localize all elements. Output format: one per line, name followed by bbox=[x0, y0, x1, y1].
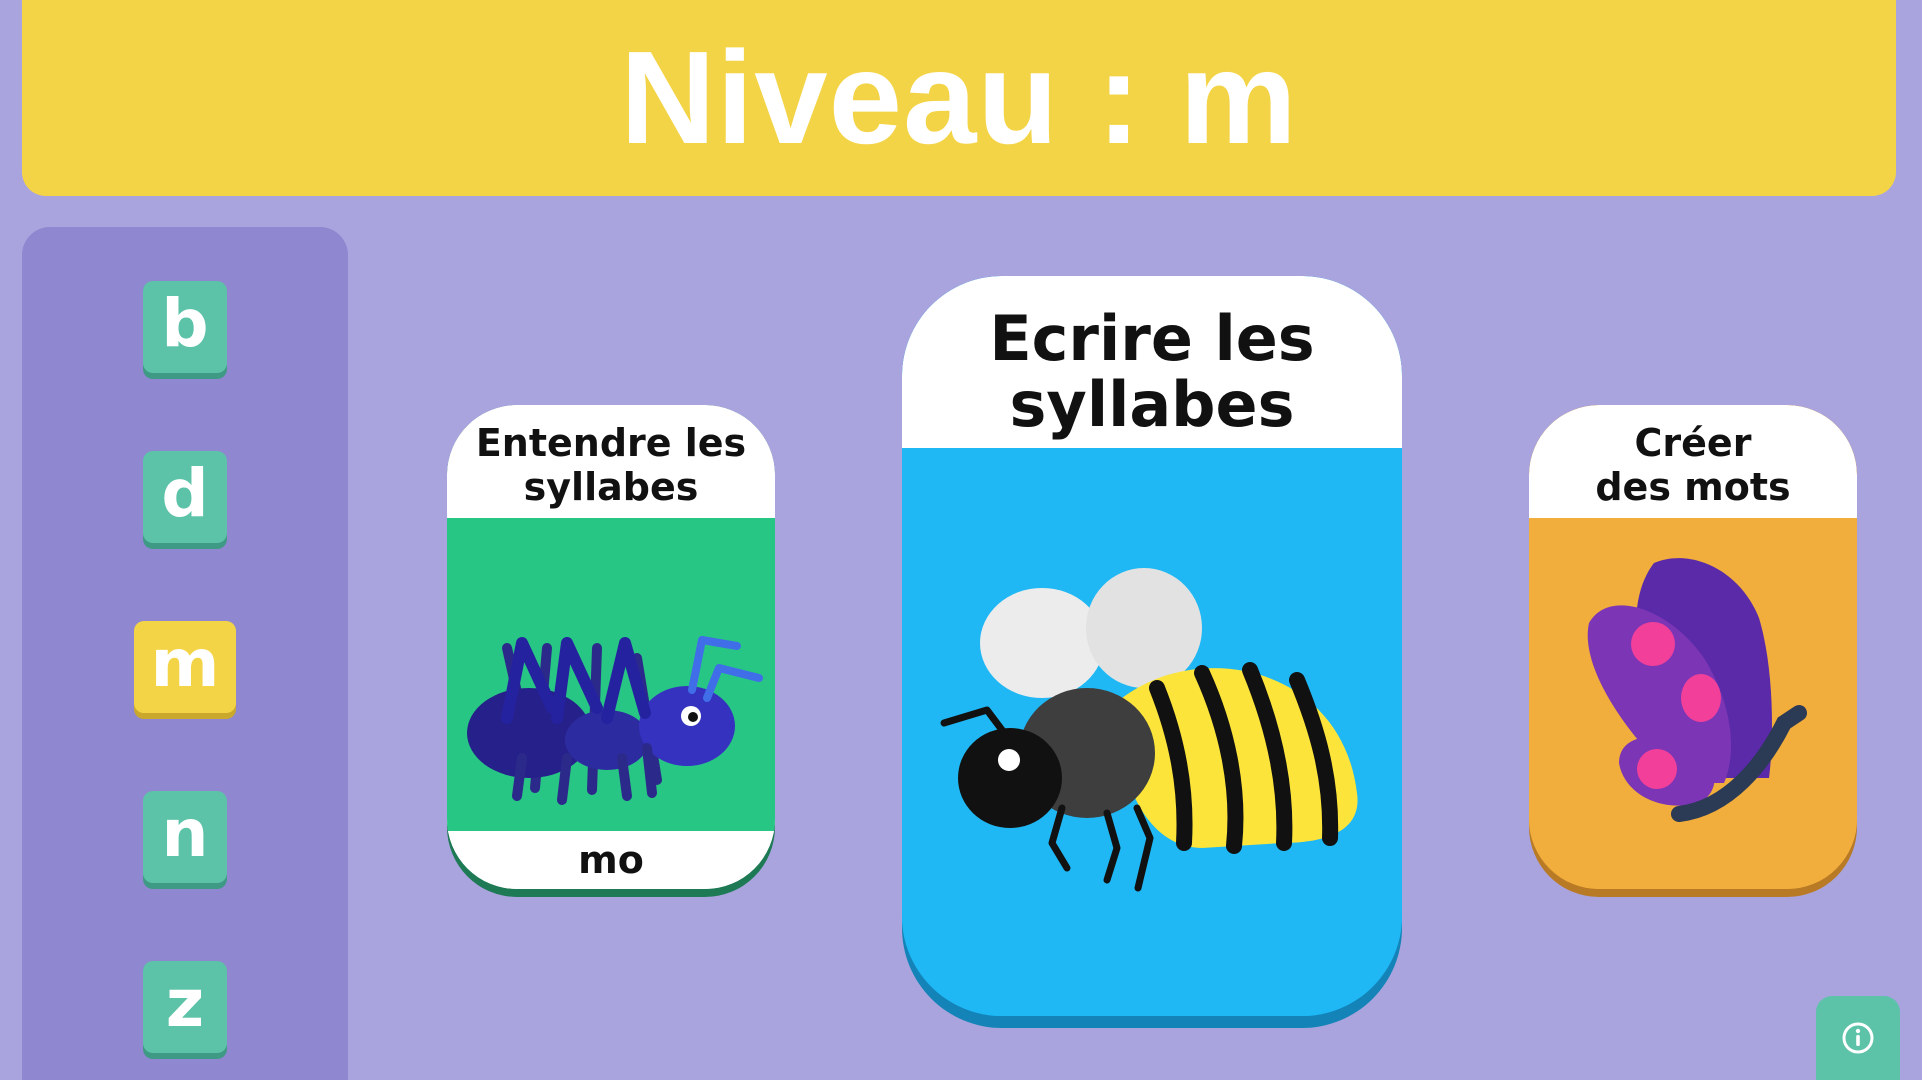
card-hear-syllable: mo bbox=[447, 831, 775, 889]
card-create-words[interactable]: Créer des mots bbox=[1529, 405, 1857, 897]
level-title: Niveau : m bbox=[620, 24, 1298, 171]
card-hear-body bbox=[447, 518, 775, 831]
letter-button-m[interactable]: m bbox=[134, 621, 236, 713]
card-hear-syllables[interactable]: Entendre les syllabes mo bbox=[447, 405, 775, 897]
card-write-title: Ecrire les syllabes bbox=[902, 276, 1402, 448]
card-write-body bbox=[902, 448, 1402, 1016]
info-button[interactable] bbox=[1816, 996, 1900, 1080]
letter-button-z[interactable]: z bbox=[143, 961, 227, 1053]
letter-sidebar: b d m n z bbox=[22, 227, 348, 1080]
info-icon bbox=[1842, 1022, 1874, 1054]
level-header: Niveau : m bbox=[22, 0, 1896, 196]
card-create-body bbox=[1529, 518, 1857, 889]
letter-button-n[interactable]: n bbox=[143, 791, 227, 883]
letter-button-d[interactable]: d bbox=[143, 451, 227, 543]
card-write-title-line1: Ecrire les bbox=[989, 302, 1315, 375]
butterfly-icon bbox=[1587, 558, 1807, 822]
card-hear-title-line1: Entendre les bbox=[475, 420, 747, 465]
card-write-syllables[interactable]: Ecrire les syllabes bbox=[902, 276, 1402, 1028]
card-hear-title: Entendre les syllabes bbox=[447, 405, 775, 518]
card-create-title: Créer des mots bbox=[1529, 405, 1857, 518]
bee-icon bbox=[940, 568, 1358, 892]
letter-button-b[interactable]: b bbox=[143, 281, 227, 373]
ant-icon bbox=[467, 636, 763, 805]
card-write-title-line2: syllabes bbox=[1009, 368, 1295, 441]
card-create-title-line1: Créer bbox=[1634, 420, 1752, 465]
card-hear-title-line2: syllabes bbox=[523, 464, 699, 509]
card-create-title-line2: des mots bbox=[1595, 464, 1791, 509]
